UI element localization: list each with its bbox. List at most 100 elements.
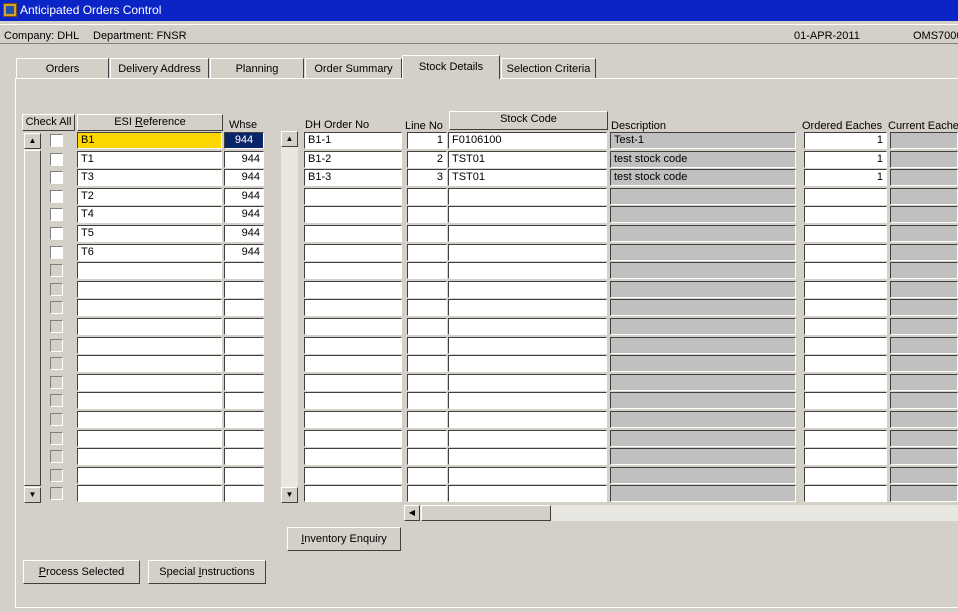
whse-field[interactable] (224, 411, 264, 428)
process-selected-button[interactable]: Process Selected (23, 560, 140, 584)
line-no-field[interactable] (407, 430, 447, 447)
row-checkbox[interactable] (50, 264, 63, 277)
dh-order-field[interactable] (304, 467, 402, 484)
ordered-eaches-field[interactable] (804, 467, 887, 484)
row-checkbox[interactable] (50, 171, 63, 184)
esi-reference-field[interactable]: T5 (77, 225, 222, 242)
esi-reference-field[interactable] (77, 411, 222, 428)
esi-reference-field[interactable]: T6 (77, 244, 222, 261)
line-no-field[interactable] (407, 467, 447, 484)
ordered-eaches-field[interactable] (804, 262, 887, 279)
row-checkbox[interactable] (50, 339, 63, 352)
row-checkbox[interactable] (50, 283, 63, 296)
esi-reference-field[interactable]: T1 (77, 151, 222, 168)
stock-code-field[interactable] (448, 374, 607, 391)
hscroll-thumb[interactable] (421, 505, 551, 521)
scroll-down-icon[interactable]: ▼ (281, 487, 298, 503)
ordered-eaches-field[interactable] (804, 318, 887, 335)
dh-order-field[interactable] (304, 485, 402, 502)
dh-order-field[interactable]: B1-3 (304, 169, 402, 186)
whse-field[interactable] (224, 299, 264, 316)
esi-reference-field[interactable] (77, 262, 222, 279)
scroll-left-icon[interactable]: ◀ (404, 505, 420, 521)
stock-code-field[interactable] (448, 430, 607, 447)
line-no-field[interactable] (407, 188, 447, 205)
ordered-eaches-field[interactable]: 1 (804, 151, 887, 168)
dh-order-field[interactable] (304, 430, 402, 447)
esi-reference-field[interactable] (77, 299, 222, 316)
tab-delivery-address[interactable]: Delivery Address (110, 58, 209, 78)
whse-field[interactable] (224, 392, 264, 409)
whse-field[interactable] (224, 374, 264, 391)
stock-code-header[interactable]: Stock Code (449, 111, 608, 130)
ordered-eaches-field[interactable] (804, 244, 887, 261)
line-no-field[interactable]: 1 (407, 132, 447, 149)
ordered-eaches-field[interactable] (804, 448, 887, 465)
row-checkbox[interactable] (50, 413, 63, 426)
line-no-field[interactable] (407, 374, 447, 391)
dh-order-field[interactable] (304, 299, 402, 316)
whse-field[interactable]: 944 (224, 188, 264, 205)
stock-code-field[interactable] (448, 262, 607, 279)
row-checkbox[interactable] (50, 134, 63, 147)
dh-order-field[interactable] (304, 337, 402, 354)
ordered-eaches-field[interactable] (804, 188, 887, 205)
horizontal-scrollbar[interactable]: ◀ (404, 505, 958, 521)
line-no-field[interactable] (407, 262, 447, 279)
row-checkbox[interactable] (50, 320, 63, 333)
whse-field[interactable]: 944 (224, 169, 264, 186)
ordered-eaches-field[interactable] (804, 355, 887, 372)
stock-code-field[interactable] (448, 337, 607, 354)
stock-code-field[interactable] (448, 485, 607, 502)
line-no-field[interactable] (407, 485, 447, 502)
right-scrollbar[interactable]: ▲ ▼ (281, 131, 298, 503)
dh-order-field[interactable] (304, 448, 402, 465)
stock-code-field[interactable] (448, 281, 607, 298)
dh-order-field[interactable] (304, 244, 402, 261)
row-checkbox[interactable] (50, 357, 63, 370)
row-checkbox[interactable] (50, 208, 63, 221)
line-no-field[interactable]: 3 (407, 169, 447, 186)
check-all-button[interactable]: Check All (22, 114, 75, 131)
dh-order-field[interactable] (304, 411, 402, 428)
scroll-up-icon[interactable]: ▲ (24, 133, 41, 149)
stock-code-field[interactable] (448, 244, 607, 261)
whse-field[interactable] (224, 448, 264, 465)
stock-code-field[interactable] (448, 448, 607, 465)
whse-field[interactable] (224, 318, 264, 335)
esi-reference-field[interactable] (77, 337, 222, 354)
tab-order-summary[interactable]: Order Summary (305, 58, 402, 78)
esi-reference-field[interactable] (77, 281, 222, 298)
row-checkbox[interactable] (50, 153, 63, 166)
stock-code-field[interactable] (448, 225, 607, 242)
dh-order-field[interactable] (304, 281, 402, 298)
whse-field[interactable]: 944 (224, 132, 264, 149)
ordered-eaches-field[interactable]: 1 (804, 169, 887, 186)
ordered-eaches-field[interactable] (804, 206, 887, 223)
ordered-eaches-field[interactable] (804, 299, 887, 316)
inventory-enquiry-button[interactable]: Inventory Enquiry (287, 527, 401, 551)
scroll-up-icon[interactable]: ▲ (281, 131, 298, 147)
line-no-field[interactable] (407, 206, 447, 223)
ordered-eaches-field[interactable] (804, 337, 887, 354)
stock-code-field[interactable] (448, 411, 607, 428)
line-no-field[interactable] (407, 318, 447, 335)
stock-code-field[interactable]: TST01 (448, 151, 607, 168)
esi-reference-field[interactable] (77, 318, 222, 335)
esi-reference-header[interactable]: ESI Reference (77, 114, 223, 131)
line-no-field[interactable] (407, 337, 447, 354)
stock-code-field[interactable]: TST01 (448, 169, 607, 186)
esi-reference-field[interactable]: B1 (77, 132, 222, 149)
line-no-field[interactable]: 2 (407, 151, 447, 168)
whse-field[interactable] (224, 262, 264, 279)
tab-stock-details[interactable]: Stock Details (402, 55, 500, 79)
line-no-field[interactable] (407, 225, 447, 242)
whse-field[interactable]: 944 (224, 151, 264, 168)
whse-field[interactable] (224, 485, 264, 502)
esi-reference-field[interactable]: T3 (77, 169, 222, 186)
ordered-eaches-field[interactable] (804, 485, 887, 502)
line-no-field[interactable] (407, 392, 447, 409)
esi-reference-field[interactable] (77, 448, 222, 465)
dh-order-field[interactable]: B1-2 (304, 151, 402, 168)
stock-code-field[interactable] (448, 355, 607, 372)
